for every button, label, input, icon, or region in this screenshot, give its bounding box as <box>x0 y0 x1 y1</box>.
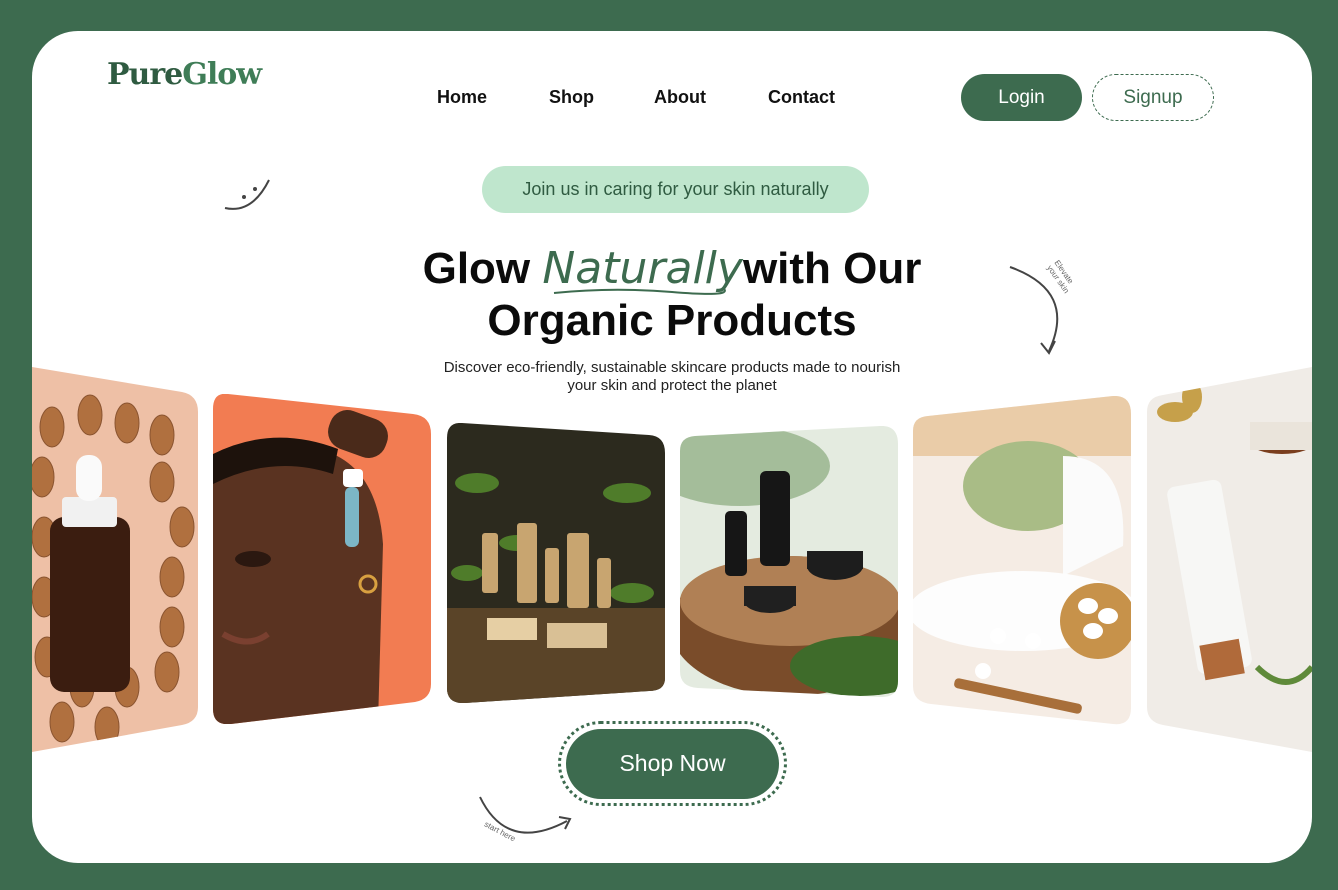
shop-now-button[interactable]: Shop Now <box>566 728 779 799</box>
gallery-photo-5 <box>913 396 1131 725</box>
gallery-photo-1 <box>32 367 198 752</box>
page-card: PureGlow Home Shop About Contact Login S… <box>32 31 1312 863</box>
brand-logo[interactable]: PureGlow <box>107 57 262 92</box>
signup-button[interactable]: Signup <box>1092 74 1214 121</box>
hero-subtitle: Discover eco-friendly, sustainable skinc… <box>443 359 901 394</box>
gallery-photo-3 <box>447 423 665 703</box>
nav-home[interactable]: Home <box>437 87 487 108</box>
nav-about[interactable]: About <box>654 87 706 108</box>
start-arrow-icon <box>479 796 572 834</box>
gallery-photo-4 <box>680 426 898 698</box>
nav-shop[interactable]: Shop <box>549 87 594 108</box>
gallery-photo-6 <box>1147 367 1312 752</box>
gallery-photo-2 <box>213 394 431 724</box>
shop-now-border: Shop Now <box>558 721 787 806</box>
login-button[interactable]: Login <box>961 74 1082 121</box>
tagline-pill: Join us in caring for your skin naturall… <box>482 166 869 213</box>
smile-doodle-icon <box>224 179 270 210</box>
nav-contact[interactable]: Contact <box>768 87 835 108</box>
underline-doodle-icon <box>553 288 726 295</box>
